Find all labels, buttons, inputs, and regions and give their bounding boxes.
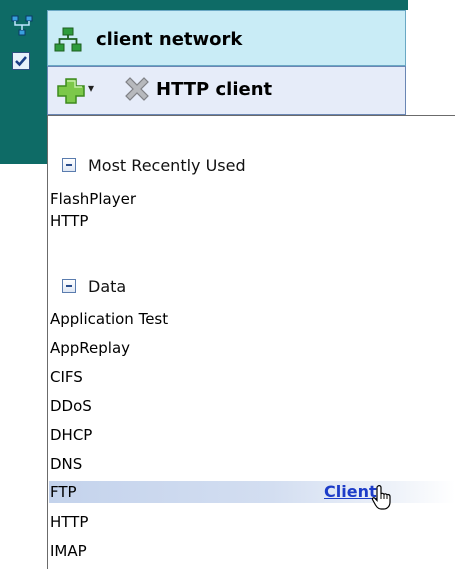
collapse-icon[interactable] (62, 279, 76, 293)
group-data[interactable]: Data (62, 275, 126, 297)
group-label: Most Recently Used (88, 155, 246, 175)
enable-checkbox[interactable] (12, 52, 30, 70)
menu-item-appreplay[interactable]: AppReplay (49, 337, 130, 359)
group-most-recently-used[interactable]: Most Recently Used (62, 154, 246, 176)
menu-item-cifs[interactable]: CIFS (49, 366, 83, 388)
network-tree-icon (54, 27, 82, 52)
menu-item-ftp[interactable]: FTP Client (49, 481, 455, 510)
menu-item-imap[interactable]: IMAP (49, 540, 87, 562)
client-link[interactable]: Client (324, 481, 377, 503)
menu-item-dhcp[interactable]: DHCP (49, 424, 92, 446)
menu-item-label: FTP (50, 483, 77, 501)
hand-pointer-icon (371, 485, 391, 510)
menu-item-application-test[interactable]: Application Test (49, 308, 168, 330)
collapse-icon[interactable] (62, 158, 76, 172)
checkmark-icon (15, 56, 27, 67)
menu-item-http-recent[interactable]: HTTP (49, 210, 88, 232)
network-row[interactable]: client network (47, 10, 406, 66)
left-panel (0, 0, 47, 164)
network-label: client network (96, 29, 243, 50)
client-toolbar: ▾ HTTP client (47, 66, 406, 115)
menu-item-dns[interactable]: DNS (49, 453, 82, 475)
menu-item-flashplayer[interactable]: FlashPlayer (49, 188, 136, 210)
chevron-down-icon[interactable]: ▾ (88, 81, 94, 95)
green-plus-icon[interactable] (56, 77, 86, 105)
menu-item-ddos[interactable]: DDoS (49, 395, 92, 417)
group-label: Data (88, 276, 127, 296)
gray-x-icon[interactable] (122, 75, 152, 105)
network-icon (11, 15, 33, 36)
header-top-strip (0, 0, 408, 10)
http-client-label[interactable]: HTTP client (156, 79, 272, 100)
menu-item-http[interactable]: HTTP (49, 511, 88, 533)
dropdown-menu: Most Recently Used FlashPlayer HTTP Data… (47, 115, 455, 569)
